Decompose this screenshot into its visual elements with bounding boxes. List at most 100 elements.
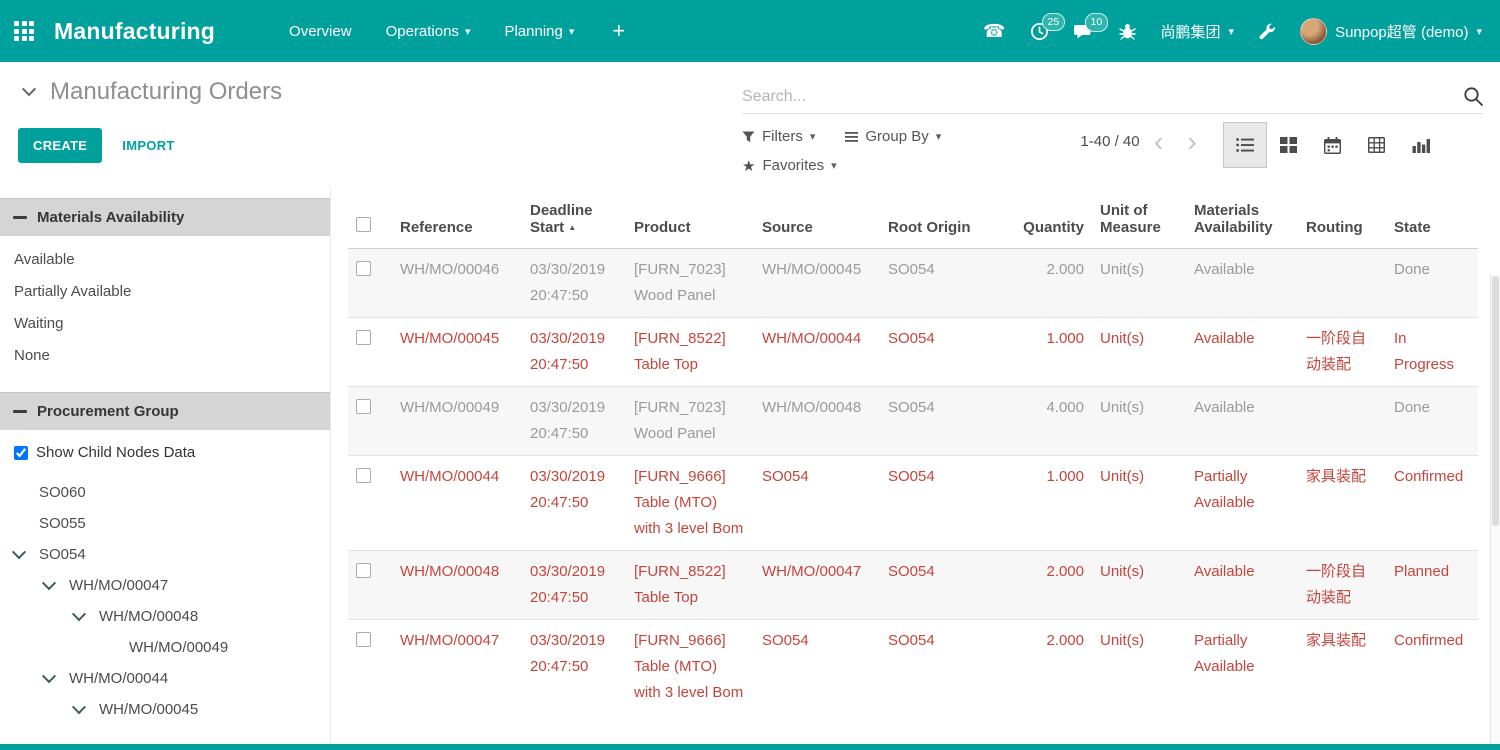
- show-child-nodes-option[interactable]: Show Child Nodes Data: [0, 430, 330, 465]
- row-checkbox[interactable]: [356, 330, 371, 345]
- chevron-down-icon[interactable]: [42, 576, 56, 590]
- row-checkbox[interactable]: [356, 468, 371, 483]
- messages-icon[interactable]: 10: [1073, 22, 1094, 40]
- cell-quantity: 1.000: [1008, 318, 1092, 387]
- table-row[interactable]: WH/MO/0004603/30/2019 20:47:50[FURN_7023…: [348, 249, 1478, 318]
- pager-next-button[interactable]: ›: [1175, 122, 1208, 162]
- filter-none[interactable]: None: [0, 340, 330, 372]
- cell-availability: Partially Available: [1186, 456, 1298, 551]
- cell-availability: Available: [1186, 318, 1298, 387]
- tree-node[interactable]: WH/MO/00049: [0, 632, 330, 663]
- col-header-unit-of-measure[interactable]: Unit of Measure: [1092, 188, 1186, 249]
- col-header-routing[interactable]: Routing: [1298, 188, 1386, 249]
- cell-source: WH/MO/00045: [754, 249, 880, 318]
- tree-node[interactable]: SO060: [0, 477, 330, 508]
- col-header-quantity[interactable]: Quantity: [1008, 188, 1092, 249]
- bottom-accent-bar: [0, 744, 1500, 750]
- group-by-menu[interactable]: Group By ▾: [845, 128, 941, 145]
- tree-node-label: SO054: [39, 539, 86, 570]
- cell-deadline: 03/30/2019 20:47:50: [522, 249, 626, 318]
- tree-node[interactable]: SO054: [0, 539, 330, 570]
- apps-menu-icon[interactable]: [14, 21, 34, 41]
- tree-node[interactable]: SO055: [0, 508, 330, 539]
- menu-planning[interactable]: Planning▾: [504, 23, 574, 40]
- bug-icon[interactable]: [1118, 22, 1137, 41]
- cell-state: Done: [1386, 249, 1478, 318]
- col-header-source[interactable]: Source: [754, 188, 880, 249]
- filter-available[interactable]: Available: [0, 244, 330, 276]
- list-view-icon: [1236, 137, 1254, 153]
- filters-menu[interactable]: Filters ▾: [742, 128, 815, 145]
- add-menu-button[interactable]: +: [612, 18, 625, 44]
- vertical-scrollbar[interactable]: [1490, 274, 1500, 744]
- wrench-icon[interactable]: [1258, 22, 1276, 40]
- row-checkbox[interactable]: [356, 632, 371, 647]
- pager-previous-button[interactable]: ‹: [1142, 122, 1175, 162]
- import-button[interactable]: IMPORT: [120, 128, 176, 163]
- tree-node[interactable]: WH/MO/00045: [0, 694, 330, 725]
- kanban-view-icon: [1280, 137, 1297, 153]
- message-count-badge: 10: [1085, 13, 1109, 32]
- chevron-down-icon[interactable]: [42, 669, 56, 683]
- view-switcher-kanban[interactable]: [1267, 122, 1311, 168]
- row-checkbox[interactable]: [356, 399, 371, 414]
- cell-routing: [1298, 249, 1386, 318]
- group-by-label: Group By: [865, 128, 928, 145]
- chevron-down-icon[interactable]: [72, 700, 86, 714]
- col-header-deadline-start[interactable]: Deadline Start▲: [522, 188, 626, 249]
- chevron-down-icon[interactable]: [72, 607, 86, 621]
- view-switcher-calendar[interactable]: [1311, 122, 1355, 168]
- phone-icon[interactable]: ☎: [983, 22, 1005, 40]
- tree-node[interactable]: WH/MO/00048: [0, 601, 330, 632]
- user-menu[interactable]: Sunpop超管 (demo) ▾: [1300, 18, 1482, 45]
- cell-routing: 一阶段自动装配: [1298, 551, 1386, 620]
- table-row[interactable]: WH/MO/0004503/30/2019 20:47:50[FURN_8522…: [348, 318, 1478, 387]
- tree-node[interactable]: WH/MO/00044: [0, 663, 330, 694]
- col-header-root-origin[interactable]: Root Origin: [880, 188, 1008, 249]
- cell-deadline: 03/30/2019 20:47:50: [522, 387, 626, 456]
- app-title[interactable]: Manufacturing: [54, 18, 215, 45]
- table-row[interactable]: WH/MO/0004903/30/2019 20:47:50[FURN_7023…: [348, 387, 1478, 456]
- cell-deadline: 03/30/2019 20:47:50: [522, 456, 626, 551]
- menu-overview-label: Overview: [289, 23, 352, 40]
- create-button[interactable]: CREATE: [18, 128, 102, 163]
- chevron-down-icon[interactable]: [12, 545, 26, 559]
- table-row[interactable]: WH/MO/0004803/30/2019 20:47:50[FURN_8522…: [348, 551, 1478, 620]
- row-checkbox[interactable]: [356, 261, 371, 276]
- col-header-product[interactable]: Product: [626, 188, 754, 249]
- menu-overview[interactable]: Overview: [289, 23, 352, 40]
- col-header-state[interactable]: State: [1386, 188, 1478, 249]
- select-all-checkbox[interactable]: [356, 217, 371, 232]
- scrollbar-thumb[interactable]: [1492, 276, 1499, 526]
- view-switcher-list[interactable]: [1223, 122, 1267, 168]
- cell-product: [FURN_8522] Table Top: [626, 318, 754, 387]
- checkbox-label: Show Child Nodes Data: [36, 444, 195, 461]
- cell-deadline: 03/30/2019 20:47:50: [522, 318, 626, 387]
- breadcrumb-toggle-chevron-icon[interactable]: [22, 82, 36, 96]
- company-switcher[interactable]: 尚鹏集团 ▾: [1161, 21, 1235, 42]
- favorites-menu[interactable]: ★ Favorites ▾: [742, 157, 837, 175]
- menu-operations[interactable]: Operations▾: [386, 23, 471, 40]
- search-input[interactable]: [742, 88, 1463, 106]
- table-row[interactable]: WH/MO/0004703/30/2019 20:47:50[FURN_9666…: [348, 620, 1478, 715]
- row-checkbox[interactable]: [356, 563, 371, 578]
- view-switcher-pivot[interactable]: [1355, 122, 1399, 168]
- activities-clock-icon[interactable]: 25: [1030, 22, 1049, 41]
- table-row[interactable]: WH/MO/0004403/30/2019 20:47:50[FURN_9666…: [348, 456, 1478, 551]
- cell-reference: WH/MO/00046: [392, 249, 522, 318]
- sidebar-section-materials-availability[interactable]: Materials Availability: [0, 198, 330, 236]
- view-switcher-graph[interactable]: [1399, 122, 1443, 168]
- filter-partially-available[interactable]: Partially Available: [0, 276, 330, 308]
- page-title: Manufacturing Orders: [50, 78, 282, 106]
- tree-node[interactable]: WH/MO/00047: [0, 570, 330, 601]
- filter-waiting[interactable]: Waiting: [0, 308, 330, 340]
- col-header-reference[interactable]: Reference: [392, 188, 522, 249]
- sidebar-section-procurement-group[interactable]: Procurement Group: [0, 392, 330, 430]
- pager-count: 1-40 / 40: [1078, 129, 1142, 155]
- orders-table: Reference Deadline Start▲ Product Source…: [348, 188, 1478, 714]
- col-header-materials-availability[interactable]: Materials Availability: [1186, 188, 1298, 249]
- cell-state: Confirmed: [1386, 456, 1478, 551]
- search-icon[interactable]: [1463, 86, 1484, 107]
- show-child-nodes-checkbox[interactable]: [14, 446, 28, 460]
- tree-node-label: SO055: [39, 508, 86, 539]
